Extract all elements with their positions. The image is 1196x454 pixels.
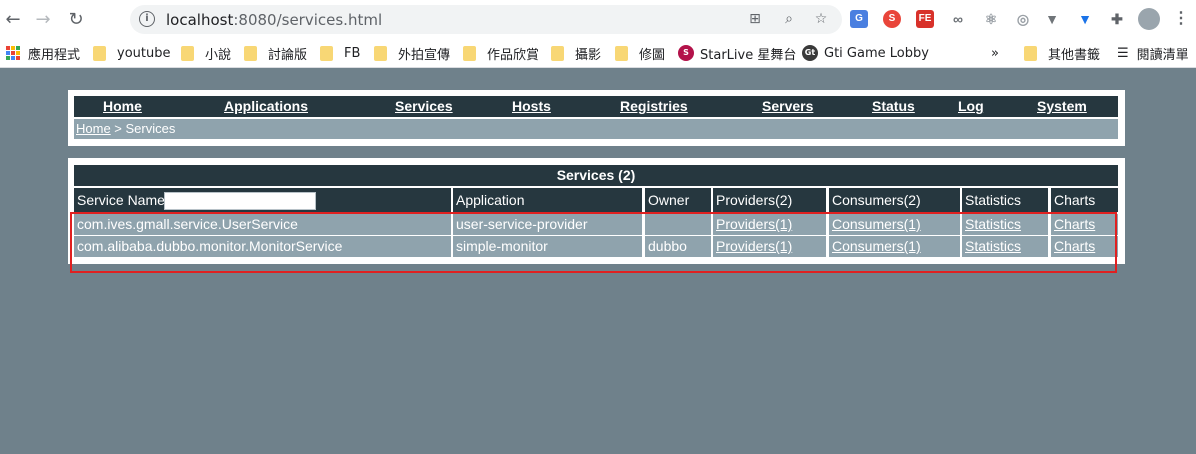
bookmark-label: 應用程式 — [28, 47, 81, 63]
star-icon[interactable]: ☆ — [812, 10, 830, 28]
info-icon[interactable]: i — [139, 11, 155, 27]
bookmark-gti[interactable]: Gt Gti Game Lobby — [802, 43, 929, 63]
bookmark-label: 修圖 — [639, 47, 666, 63]
bookmark-starlive[interactable]: S StarLive 星舞台 — [678, 43, 796, 63]
bookmark-label: FB — [344, 45, 361, 61]
header-providers: Providers(2) — [713, 188, 826, 212]
bookmark-label: Gti Game Lobby — [824, 45, 929, 61]
arrow-right-icon: → — [35, 8, 51, 30]
bookmark-photo[interactable]: 攝影 — [551, 43, 601, 63]
menu-services[interactable]: Services — [395, 98, 453, 114]
menu-servers[interactable]: Servers — [762, 98, 813, 114]
reading-list-label: 閱讀清單 — [1136, 47, 1189, 63]
bookmark-forum[interactable]: 討論版 — [244, 43, 307, 63]
folder-icon — [320, 45, 333, 61]
table-title: Services (2) — [74, 165, 1118, 186]
bookmark-novel[interactable]: 小說 — [181, 43, 231, 63]
folder-icon — [615, 45, 628, 61]
forward-button[interactable]: → — [31, 7, 55, 31]
bookmark-label: 外拍宣傳 — [398, 47, 451, 63]
translate-icon[interactable]: ⊞ — [746, 10, 764, 28]
v-extension-icon[interactable]: ▼ — [1076, 10, 1094, 28]
bookmark-other[interactable]: 其他書籤 — [1024, 43, 1100, 63]
bookmark-youtube[interactable]: youtube — [93, 43, 170, 63]
breadcrumb-home[interactable]: Home — [76, 121, 111, 136]
browser-toolbar: ← → ↻ i localhost:8080/services.html ⊞ ⌕… — [0, 0, 1196, 38]
main-menu: Home Applications Services Hosts Registr… — [74, 96, 1118, 117]
header-owner: Owner — [645, 188, 711, 212]
bookmark-label: youtube — [117, 45, 171, 61]
highlight-box — [70, 212, 1117, 273]
url-text[interactable]: localhost:8080/services.html — [166, 11, 382, 29]
bookmark-label: 其他書籤 — [1048, 47, 1101, 63]
avatar[interactable] — [1138, 8, 1160, 30]
header-consumers: Consumers(2) — [829, 188, 960, 212]
menu-applications[interactable]: Applications — [224, 98, 308, 114]
bookmark-retouch[interactable]: 修圖 — [615, 43, 665, 63]
bookmark-label: StarLive 星舞台 — [700, 47, 797, 63]
menu-system[interactable]: System — [1037, 98, 1087, 114]
menu-home[interactable]: Home — [103, 98, 142, 114]
bookmarks-bar: 應用程式 youtube 小說 討論版 FB 外拍宣傳 作品欣賞 攝影 修圖 S… — [0, 38, 1196, 68]
url-host: localhost — [166, 11, 234, 29]
url-path: :8080/services.html — [233, 11, 383, 29]
gti-icon: Gt — [802, 45, 818, 61]
vue-extension-icon[interactable]: ▼ — [1043, 10, 1061, 28]
apps-grid-icon — [6, 46, 20, 60]
zoom-icon[interactable]: ⌕ — [780, 10, 798, 28]
bookmark-label: 作品欣賞 — [487, 47, 540, 63]
chevron-double-right-icon: » — [991, 45, 999, 61]
fe-extension-icon[interactable]: FE — [916, 10, 934, 28]
folder-icon — [244, 45, 257, 61]
bookmark-promo[interactable]: 外拍宣傳 — [374, 43, 450, 63]
bookmark-fb[interactable]: FB — [320, 43, 360, 63]
bookmark-label: 攝影 — [575, 47, 602, 63]
folder-icon — [374, 45, 387, 61]
menu-registries[interactable]: Registries — [620, 98, 688, 114]
folder-icon — [93, 45, 106, 61]
breadcrumb-current: Services — [125, 121, 176, 136]
menu-hosts[interactable]: Hosts — [512, 98, 551, 114]
reload-button[interactable]: ↻ — [64, 7, 88, 31]
breadcrumb: Home > Services — [74, 119, 1118, 139]
folder-icon — [181, 45, 194, 61]
arrow-left-icon: ← — [5, 8, 21, 30]
folder-icon — [551, 45, 564, 61]
starlive-icon: S — [678, 45, 694, 61]
folder-icon — [1024, 45, 1037, 61]
bookmark-works[interactable]: 作品欣賞 — [463, 43, 539, 63]
record-extension-icon[interactable]: ◎ — [1014, 10, 1032, 28]
back-button[interactable]: ← — [1, 7, 25, 31]
bookmark-apps[interactable]: 應用程式 — [6, 43, 80, 63]
reading-list-button[interactable]: ☰ 閱讀清單 — [1117, 43, 1189, 63]
header-statistics: Statistics — [962, 188, 1048, 212]
service-name-input[interactable] — [164, 192, 316, 210]
react-extension-icon[interactable]: ⚛ — [982, 10, 1000, 28]
breadcrumb-separator: > — [110, 121, 126, 136]
reading-list-icon: ☰ — [1117, 45, 1129, 61]
puzzle-icon[interactable]: ✚ — [1108, 10, 1126, 28]
menu-log[interactable]: Log — [958, 98, 984, 114]
bookmark-label: 小說 — [205, 47, 232, 63]
header-charts: Charts — [1051, 188, 1118, 212]
bookmark-label: 討論版 — [268, 47, 308, 63]
folder-icon — [463, 45, 476, 61]
address-bar[interactable]: i localhost:8080/services.html ⊞ ⌕ ☆ — [130, 5, 842, 34]
more-icon[interactable]: ⋮ — [1172, 10, 1190, 28]
bookmarks-overflow-button[interactable]: » — [991, 43, 999, 63]
link-extension-icon[interactable]: ∞ — [949, 10, 967, 28]
header-application: Application — [453, 188, 642, 212]
service-name-label: Service Name: — [77, 192, 169, 208]
reload-icon: ↻ — [68, 8, 84, 30]
s-extension-icon[interactable]: S — [883, 10, 901, 28]
translate-extension-icon[interactable]: G — [850, 10, 868, 28]
menu-status[interactable]: Status — [872, 98, 915, 114]
